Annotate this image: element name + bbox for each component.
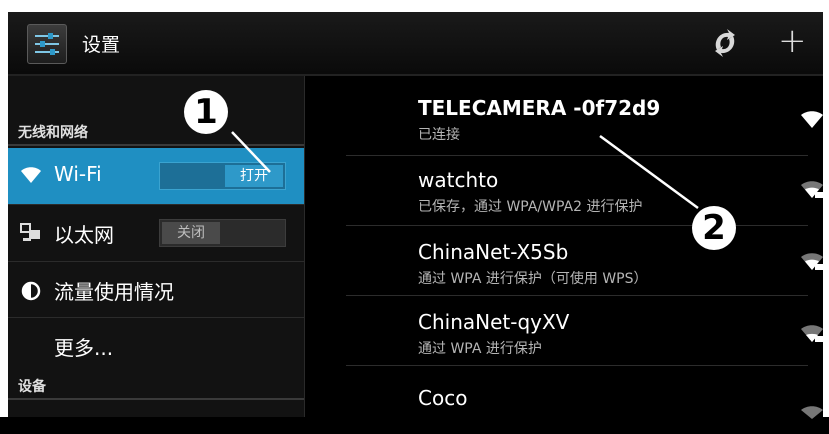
callout-2: 2 <box>692 206 736 250</box>
annotation-arrow-1 <box>231 131 271 173</box>
annotation-arrow-2 <box>599 134 699 210</box>
callout-1: 1 <box>184 90 228 134</box>
